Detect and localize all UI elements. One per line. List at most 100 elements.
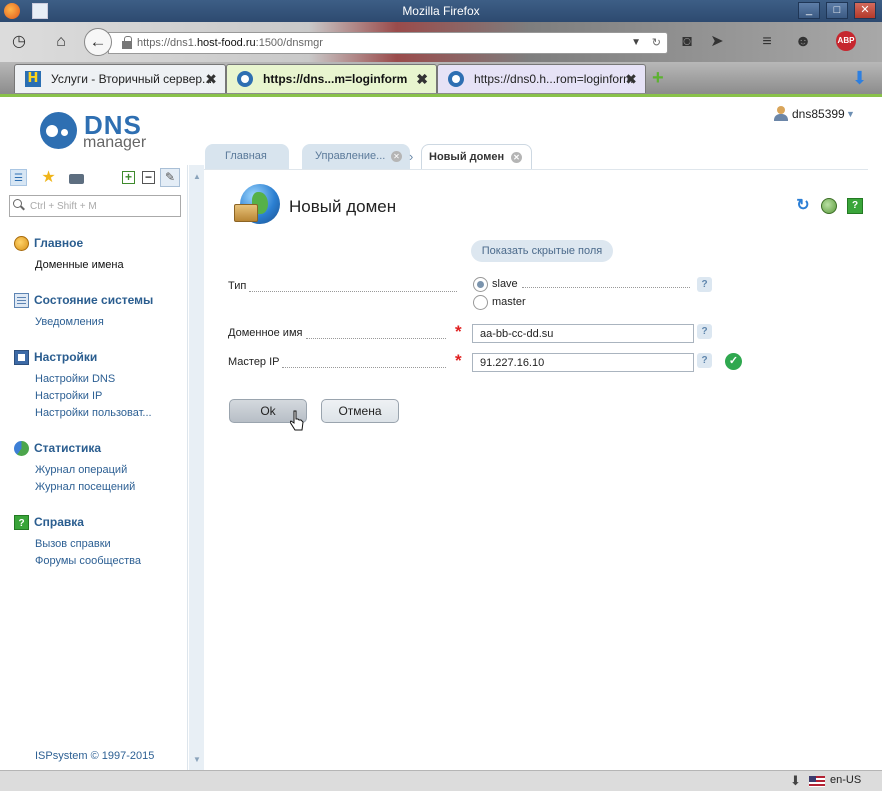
- tab-home[interactable]: Главная: [205, 144, 289, 169]
- reload-icon[interactable]: ↻: [652, 33, 661, 53]
- sidebar-group-main[interactable]: Главное: [14, 235, 83, 253]
- refresh-icon[interactable]: ↻: [795, 198, 811, 214]
- type-help-icon[interactable]: ?: [697, 277, 712, 292]
- expand-all-icon[interactable]: +: [122, 171, 135, 184]
- sidebar-item-dns-settings[interactable]: Настройки DNS: [35, 373, 115, 385]
- pocket-icon[interactable]: ◙: [676, 31, 698, 53]
- tab-label: Управление...: [315, 150, 386, 162]
- sidebar-scrollbar[interactable]: ▲ ▼: [189, 165, 204, 770]
- maximize-button[interactable]: □: [826, 2, 848, 19]
- help-icon: ?: [14, 515, 29, 530]
- collapse-all-icon[interactable]: −: [142, 171, 155, 184]
- url-bar[interactable]: https://dns1.host-food.ru:1500/dnsmgr ▼ …: [108, 32, 668, 54]
- history-icon[interactable]: ◷: [8, 31, 30, 53]
- sidebar-group-statistics[interactable]: Статистика: [14, 440, 101, 458]
- close-window-button[interactable]: ✕: [854, 2, 876, 19]
- tree-view-icon[interactable]: ☰: [10, 169, 27, 186]
- domain-name-input[interactable]: [472, 324, 694, 343]
- tab-label: Главная: [225, 150, 267, 162]
- search-icon: [13, 199, 24, 210]
- help-icon[interactable]: ?: [847, 198, 863, 214]
- sidebar-item-domains[interactable]: Доменные имена: [35, 259, 124, 271]
- cancel-button[interactable]: Отмена: [321, 399, 399, 423]
- close-tab-icon[interactable]: ✕: [511, 152, 522, 163]
- sidebar-search-input[interactable]: [30, 198, 178, 214]
- dotted-leader: [522, 287, 690, 288]
- download-icon[interactable]: ⬇: [852, 68, 870, 88]
- close-tab-icon[interactable]: ✖: [416, 65, 428, 93]
- sidebar-item-ip-settings[interactable]: Настройки IP: [35, 390, 102, 402]
- scroll-down-icon[interactable]: ▼: [193, 755, 201, 764]
- sidebar-item-notifications[interactable]: Уведомления: [35, 316, 104, 328]
- menu-icon[interactable]: ≡: [756, 31, 778, 53]
- close-tab-icon[interactable]: ✖: [205, 65, 217, 93]
- sidebar-group-settings[interactable]: Настройки: [14, 349, 97, 367]
- sidebar-group-title: Состояние системы: [34, 293, 154, 307]
- download-arrow-icon[interactable]: ⬇: [790, 773, 801, 789]
- url-dropdown-icon[interactable]: ▼: [631, 33, 641, 53]
- addon-icon[interactable]: ☻: [792, 31, 814, 53]
- tab-new-domain[interactable]: Новый домен ✕: [421, 144, 532, 169]
- dns-favicon-icon: [237, 71, 253, 87]
- type-option-master-label[interactable]: master: [492, 296, 526, 308]
- type-option-slave-label[interactable]: slave: [492, 278, 518, 290]
- minimize-button[interactable]: _: [798, 2, 820, 19]
- close-tab-icon[interactable]: ✕: [391, 151, 402, 162]
- settings-icon: [14, 350, 29, 365]
- lock-icon: [122, 36, 132, 49]
- master-ip-label: Мастер IP: [228, 356, 458, 368]
- print-icon[interactable]: [821, 198, 837, 214]
- type-radio-master[interactable]: [473, 295, 488, 310]
- chevron-right-icon: ›: [409, 149, 414, 164]
- share-icon[interactable]: ➤: [706, 31, 728, 53]
- scroll-up-icon[interactable]: ▲: [193, 172, 201, 181]
- logo-subtitle: manager: [83, 134, 147, 151]
- back-button[interactable]: ←: [84, 28, 112, 56]
- chevron-down-icon: ▼: [846, 109, 855, 119]
- briefcase-icon[interactable]: [68, 169, 85, 186]
- mouse-cursor-icon: [290, 410, 304, 431]
- tab-management[interactable]: Управление... ✕: [302, 144, 410, 169]
- browser-tab-services[interactable]: H Услуги - Вторичный сервер... ✖: [14, 64, 226, 93]
- show-hidden-fields-button[interactable]: Показать скрытые поля: [471, 240, 613, 262]
- page-title: Новый домен: [289, 197, 397, 216]
- type-label-text: Тип: [228, 280, 247, 292]
- window-title: Mozilla Firefox: [402, 4, 480, 18]
- locale-indicator[interactable]: en-US: [830, 774, 861, 786]
- master-ip-input[interactable]: [472, 353, 694, 372]
- sidebar-item-user-settings[interactable]: Настройки пользоват...: [35, 407, 152, 419]
- url-suffix: :1500/dnsmgr: [255, 37, 323, 49]
- home-icon[interactable]: ⌂: [50, 31, 72, 53]
- domain-name-label: Доменное имя: [228, 327, 458, 339]
- adblock-icon[interactable]: ABP: [836, 31, 856, 51]
- browser-tab-label: https://dns...m=loginform: [263, 72, 408, 86]
- sidebar-group-help[interactable]: ? Справка: [14, 514, 84, 532]
- dotted-leader: [249, 291, 458, 292]
- user-icon: [774, 106, 788, 121]
- domain-name-label-text: Доменное имя: [228, 327, 303, 339]
- sidebar-item-operations-log[interactable]: Журнал операций: [35, 464, 127, 476]
- home-icon: [14, 236, 29, 251]
- sidebar-search[interactable]: [9, 195, 181, 217]
- browser-status-bar: ⬇ en-US: [0, 770, 882, 791]
- domain-name-help-icon[interactable]: ?: [697, 324, 712, 339]
- browser-tab-dns0[interactable]: https://dns0.h...rom=loginform ✖: [437, 64, 646, 93]
- master-ip-help-icon[interactable]: ?: [697, 353, 712, 368]
- sidebar-group-title: Статистика: [34, 441, 102, 455]
- header-divider: [203, 169, 868, 170]
- sidebar-item-community-forums[interactable]: Форумы сообщества: [35, 555, 141, 567]
- close-tab-icon[interactable]: ✖: [625, 65, 637, 93]
- user-name: dns85399: [792, 107, 845, 121]
- type-radio-slave[interactable]: [473, 277, 488, 292]
- new-tab-icon[interactable]: +: [652, 68, 664, 88]
- sidebar-item-visits-log[interactable]: Журнал посещений: [35, 481, 135, 493]
- sidebar-group-title: Справка: [34, 515, 84, 529]
- favorites-icon[interactable]: ★: [40, 169, 57, 186]
- pin-icon[interactable]: ✎: [160, 168, 180, 187]
- browser-tab-dns1[interactable]: https://dns...m=loginform ✖: [226, 64, 437, 93]
- package-shape: [234, 204, 258, 222]
- dotted-leader: [282, 367, 447, 368]
- sidebar-toolbar: ☰ ★ + − ✎: [0, 165, 188, 189]
- sidebar-group-system-status[interactable]: Состояние системы: [14, 292, 153, 310]
- sidebar-item-call-help[interactable]: Вызов справки: [35, 538, 111, 550]
